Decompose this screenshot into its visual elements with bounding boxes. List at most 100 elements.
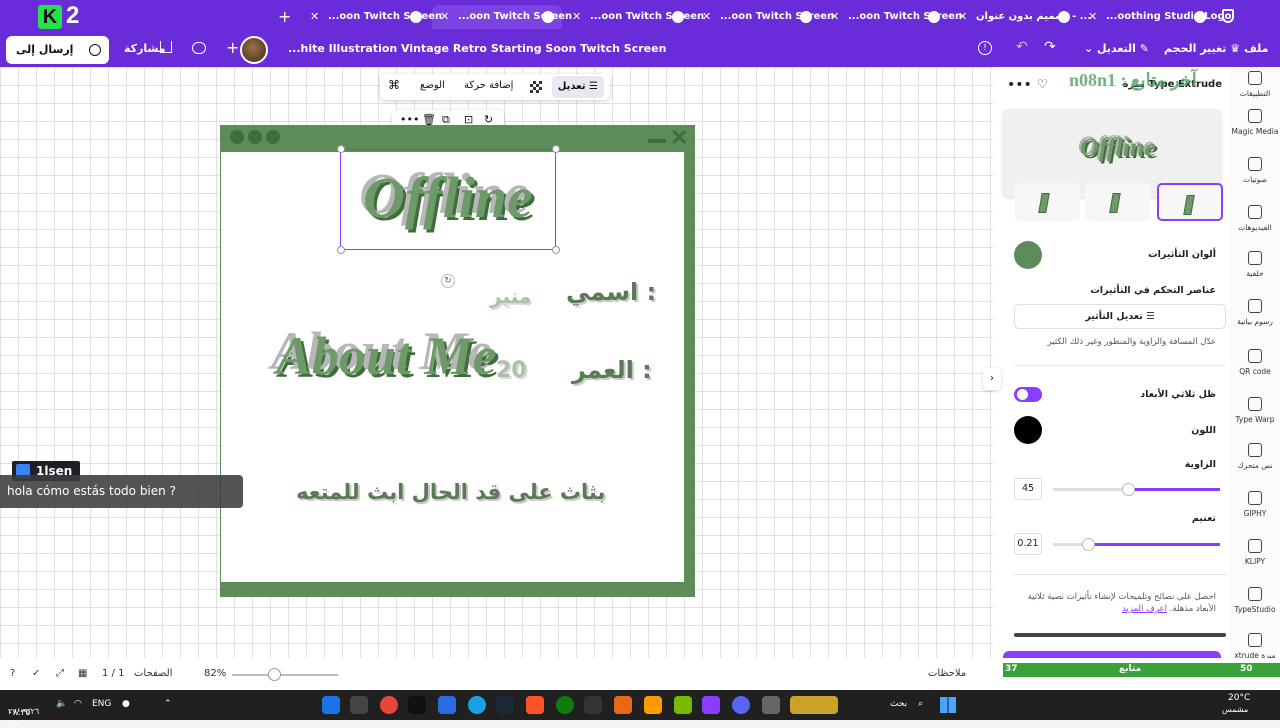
file-explorer-icon[interactable] (762, 696, 780, 714)
panel-scrollbar[interactable] (1014, 633, 1226, 637)
about-me-heading[interactable]: About Me (276, 325, 497, 387)
dim-slider[interactable] (1053, 538, 1220, 551)
pages-button[interactable]: الصفحات (134, 668, 172, 679)
edit-effect-button[interactable]: تعديل التأثير ☰ (1014, 304, 1226, 329)
fullscreen-icon[interactable]: ⤢ (56, 668, 64, 679)
angle-input[interactable]: 45 (1014, 478, 1042, 500)
selection-box[interactable] (340, 149, 556, 250)
chrome-icon[interactable] (380, 696, 398, 714)
app-icon[interactable] (614, 696, 632, 714)
avatar[interactable] (240, 36, 268, 64)
sidebar-item[interactable]: نص متحرك (1230, 443, 1280, 470)
style-option[interactable] (1014, 183, 1080, 221)
style-option-selected[interactable] (1157, 183, 1223, 221)
search-icon[interactable]: ⌕ (918, 699, 923, 709)
redo-icon[interactable]: ↷ (1044, 39, 1056, 55)
resize-handle[interactable] (552, 246, 560, 254)
dim-input[interactable]: 0.21 (1014, 533, 1042, 555)
search-box[interactable]: بحث (890, 699, 907, 709)
edge-icon[interactable] (468, 696, 486, 714)
sidebar-item[interactable]: صوتيات (1230, 157, 1280, 184)
browser-tab[interactable]: ✕ ...oon Twitch Screen (564, 5, 704, 29)
browser-tab-active[interactable]: ✕ ...oon Twitch Screen (432, 5, 572, 29)
comment-icon[interactable] (192, 42, 206, 54)
sidebar-item[interactable]: خلفية (1230, 251, 1280, 278)
weather-temp[interactable]: 20°C (1228, 693, 1250, 703)
position-button[interactable]: الوضع (420, 80, 445, 91)
close-icon[interactable]: ✕ (572, 5, 581, 29)
sidebar-item[interactable]: KLIPY (1230, 539, 1280, 566)
edit-menu[interactable]: ⌄ التعديل ✎ (1084, 42, 1149, 55)
stream-tagline[interactable]: بثاث على قد الحال ابث للمتعه (296, 480, 605, 504)
volume-icon[interactable]: 🔈 (56, 699, 67, 709)
rotate-handle-icon[interactable]: ↻ (441, 274, 455, 288)
animate-button[interactable]: إضافة حركة (464, 80, 513, 91)
store-icon[interactable] (438, 696, 456, 714)
shadow-color-swatch[interactable] (1014, 416, 1042, 444)
app-icon[interactable] (350, 696, 368, 714)
steam-icon[interactable] (496, 696, 514, 714)
age-label[interactable]: العمر : (572, 356, 652, 384)
discord-icon[interactable] (732, 696, 750, 714)
new-tab-button[interactable]: + (278, 7, 291, 26)
brave-icon[interactable] (526, 696, 544, 714)
help-icon[interactable]: ? (10, 668, 15, 679)
folder-icon[interactable] (644, 696, 662, 714)
lang-indicator[interactable]: ENG (92, 699, 111, 709)
name-value[interactable]: منير (490, 284, 531, 308)
transparency-icon[interactable] (530, 81, 542, 93)
share-icon[interactable] (160, 41, 172, 53)
close-icon[interactable]: ✕ (310, 5, 319, 29)
resize-handle[interactable] (552, 145, 560, 153)
like-icon[interactable]: ♡ (1037, 77, 1048, 91)
angle-slider-thumb[interactable] (1122, 483, 1135, 496)
collapse-panel-icon[interactable]: › (983, 368, 1001, 390)
wifi-icon[interactable]: ◠ (74, 699, 82, 709)
page-indicator[interactable]: 1 / 1 (102, 668, 124, 679)
windows-start-icon[interactable] (940, 697, 956, 713)
shadow-3d-toggle[interactable] (1014, 387, 1042, 402)
sidebar-item[interactable]: رسوم بيانية (1230, 299, 1280, 326)
tiktok-icon[interactable] (408, 696, 426, 714)
zoom-slider[interactable] (232, 674, 338, 676)
document-title[interactable]: ...hite Illustration Vintage Retro Start… (288, 42, 666, 55)
dim-slider-thumb[interactable] (1082, 538, 1095, 551)
style-option[interactable] (1085, 183, 1151, 221)
mic-icon[interactable]: ● (122, 699, 130, 709)
check-icon[interactable]: ✓ (32, 668, 40, 679)
paint-format-icon[interactable]: ⌘ (388, 78, 400, 92)
shield-icon[interactable] (1222, 9, 1234, 23)
grid-view-icon[interactable]: ▦ (78, 668, 87, 679)
resize-menu[interactable]: تغيير الحجم ♛ (1164, 42, 1240, 55)
notes-button[interactable]: ملاحظات (928, 668, 966, 679)
nvidia-icon[interactable] (674, 696, 692, 714)
name-label[interactable]: اسمي : (566, 278, 656, 306)
sidebar-item[interactable]: Magic Media (1230, 109, 1280, 136)
undo-icon[interactable]: ↶ (1016, 39, 1028, 55)
file-menu[interactable]: ملف (1244, 42, 1268, 55)
sidebar-item[interactable]: التطبيقات (1230, 71, 1280, 98)
sidebar-item[interactable]: xtrude ميزة (1230, 633, 1280, 660)
browser-tab[interactable]: ✕ ...oothing Studio Logo (1080, 5, 1232, 29)
add-collaborator-icon[interactable]: + (226, 38, 239, 57)
browser-tab[interactable]: ✕ ...oon Twitch Screen (694, 5, 834, 29)
resize-handle[interactable] (337, 145, 345, 153)
sidebar-item[interactable]: Type Warp (1230, 397, 1280, 424)
sidebar-item[interactable]: QR code (1230, 349, 1280, 376)
effect-color-swatch[interactable] (1014, 241, 1042, 269)
send-to-teacher-button[interactable]: إرسال إلى المُعلم (6, 36, 109, 84)
epic-icon[interactable] (584, 696, 602, 714)
zoom-value[interactable]: 82% (204, 668, 226, 679)
sidebar-item[interactable]: الفيديوهات (1230, 205, 1280, 232)
browser-tab[interactable]: ✕ تصميم بدون عنوان - ... (950, 5, 1091, 29)
search-thumbnail[interactable] (790, 696, 838, 714)
browser-tab[interactable]: ✕ ...oon Twitch Screen (822, 5, 962, 29)
edit-button[interactable]: تعديل ☰ (551, 76, 604, 98)
browser-tab[interactable]: ✕ ...oon Twitch Screen (302, 5, 442, 29)
resize-handle[interactable] (337, 246, 345, 254)
angle-slider[interactable] (1053, 483, 1220, 496)
learn-more-link[interactable]: اعرف المزيد (1122, 604, 1167, 614)
xbox-icon[interactable] (556, 696, 574, 714)
more-icon[interactable]: ••• (1007, 77, 1032, 93)
sidebar-item[interactable]: TypeStudio (1230, 587, 1280, 614)
